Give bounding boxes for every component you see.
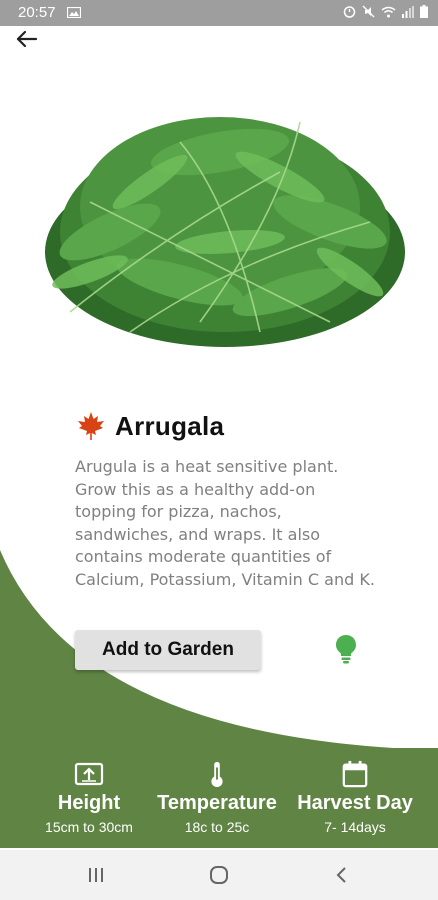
thermometer-icon [211, 761, 223, 788]
stat-harvest: Harvest Day 7- 14days [282, 760, 428, 835]
mute-icon [362, 5, 375, 18]
add-to-garden-button[interactable]: Add to Garden [75, 630, 261, 670]
stat-temperature: Temperature 18c to 25c [144, 760, 290, 835]
arugula-photo [45, 117, 405, 347]
stat-height-value: 15cm to 30cm [45, 819, 133, 835]
signal-icon [402, 5, 414, 18]
recents-icon[interactable] [84, 864, 108, 886]
arrow-left-icon [16, 30, 38, 48]
status-time: 20:57 [18, 4, 56, 21]
stat-height-label: Height [57, 792, 121, 814]
battery-icon [420, 5, 428, 18]
plant-title: Arrugala [115, 410, 225, 441]
wifi-icon [381, 6, 396, 17]
status-icons [343, 5, 428, 18]
status-bar: 20:57 [0, 0, 438, 26]
back-icon[interactable] [330, 864, 354, 886]
home-icon[interactable] [207, 864, 231, 886]
image-icon [67, 7, 81, 18]
lightbulb-icon[interactable] [335, 634, 357, 664]
plant-header: Arrugala [75, 410, 224, 442]
stat-height: Height 15cm to 30cm [16, 760, 162, 835]
stat-temperature-label: Temperature [157, 792, 277, 814]
stat-temperature-value: 18c to 25c [184, 819, 250, 835]
back-button[interactable] [12, 26, 42, 52]
stat-harvest-value: 7- 14days [324, 819, 386, 835]
alarm-icon [343, 6, 356, 18]
maple-leaf-icon [78, 412, 104, 440]
plant-description: Arugula is a heat sensitive plant. Grow … [75, 457, 375, 589]
height-icon [74, 762, 104, 786]
stat-harvest-label: Harvest Day [297, 792, 413, 814]
calendar-icon [342, 760, 368, 788]
system-nav-bar [0, 850, 438, 900]
